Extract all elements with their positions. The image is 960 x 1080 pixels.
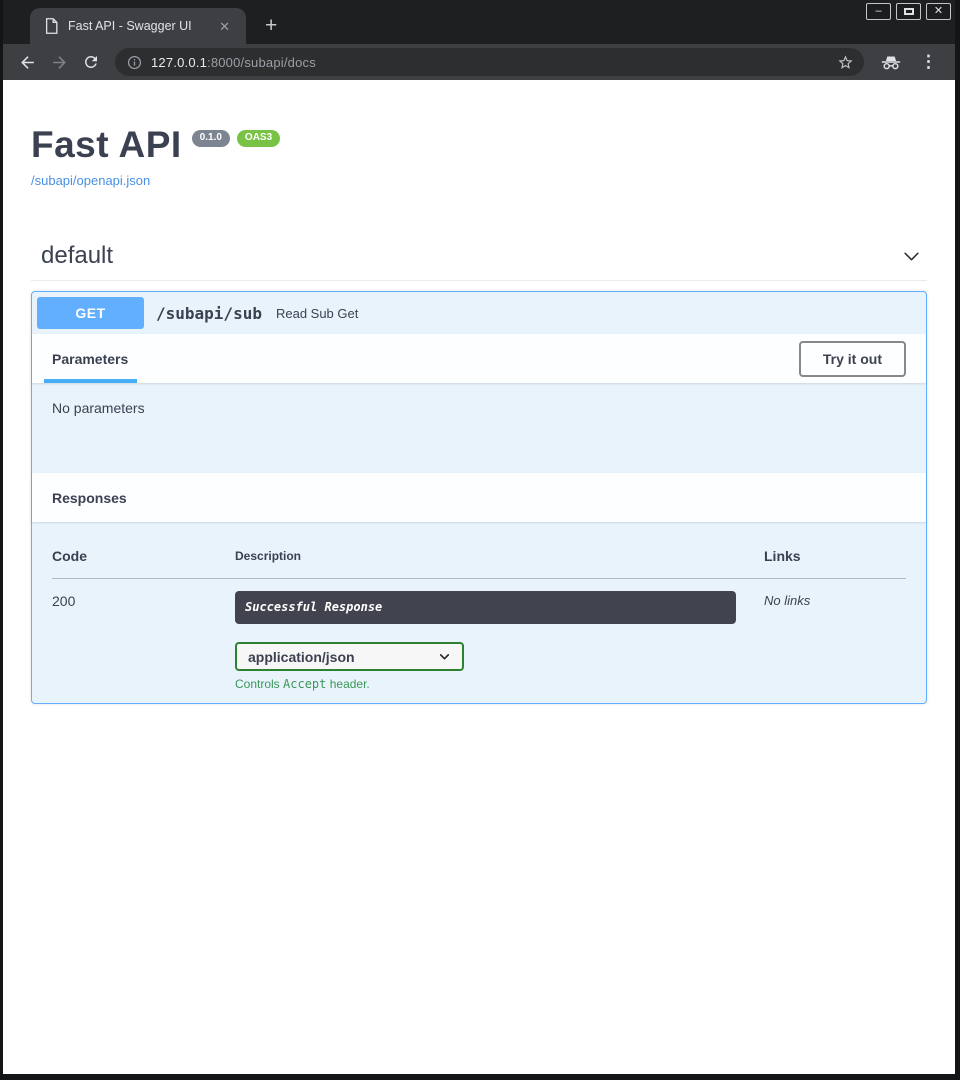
page-title: Fast API — [31, 126, 182, 163]
api-info: Fast API 0.1.0 OAS3 /subapi/openapi.json — [31, 126, 927, 190]
browser-window: Fast API - Swagger UI ✕ + – ✕ — [0, 0, 960, 1080]
response-links: No links — [764, 579, 906, 692]
responses-table: Code Description Links 200 Successful Re… — [52, 538, 906, 691]
opblock-get: GET /subapi/sub Read Sub Get Parameters … — [31, 291, 927, 704]
new-tab-button[interactable]: + — [265, 15, 277, 36]
accept-note-prefix: Controls — [235, 677, 283, 691]
minimize-button[interactable]: – — [866, 3, 891, 20]
incognito-icon — [880, 55, 902, 70]
close-button[interactable]: ✕ — [926, 3, 951, 20]
parameters-body: No parameters — [32, 383, 926, 473]
column-header-code: Code — [52, 538, 235, 579]
tab-title: Fast API - Swagger UI — [68, 19, 205, 33]
parameters-tab-label: Parameters — [52, 351, 128, 367]
accept-note-suffix: header. — [326, 677, 369, 691]
tab-strip: Fast API - Swagger UI ✕ + – ✕ — [3, 0, 955, 44]
accept-header-note: Controls Accept header. — [235, 677, 764, 691]
url-path: :8000/subapi/docs — [207, 55, 316, 70]
oas-badge: OAS3 — [237, 130, 280, 147]
method-badge: GET — [37, 297, 144, 329]
forward-button[interactable] — [45, 48, 73, 76]
select-chevron-icon — [438, 650, 451, 663]
window-controls: – ✕ — [866, 3, 951, 20]
response-description-box: Successful Response — [235, 591, 736, 624]
openapi-spec-link[interactable]: /subapi/openapi.json — [31, 173, 150, 188]
bookmark-star-icon[interactable] — [835, 52, 856, 73]
chevron-down-icon[interactable] — [900, 245, 923, 268]
column-header-description: Description — [235, 538, 764, 579]
url-text: 127.0.0.1:8000/subapi/docs — [151, 55, 316, 70]
version-badge: 0.1.0 — [192, 130, 230, 147]
back-button[interactable] — [13, 48, 41, 76]
document-icon — [44, 18, 58, 34]
no-parameters-message: No parameters — [52, 400, 145, 416]
parameters-tab-underline — [44, 379, 137, 383]
reload-button[interactable] — [77, 48, 105, 76]
accept-note-code: Accept — [283, 677, 326, 691]
maximize-button[interactable] — [896, 3, 921, 20]
media-type-select[interactable]: application/json — [235, 642, 464, 671]
swagger-ui: Fast API 0.1.0 OAS3 /subapi/openapi.json… — [3, 126, 955, 704]
column-header-links: Links — [764, 538, 906, 579]
responses-label: Responses — [52, 490, 127, 506]
try-it-out-button[interactable]: Try it out — [799, 341, 906, 377]
address-bar[interactable]: 127.0.0.1:8000/subapi/docs — [115, 48, 864, 76]
operation-summary: Read Sub Get — [272, 306, 358, 321]
operation-path: /subapi/sub — [144, 304, 272, 323]
table-row: 200 Successful Response application/json — [52, 579, 906, 692]
maximize-icon — [904, 8, 914, 15]
media-type-value: application/json — [248, 649, 355, 665]
browser-chrome: Fast API - Swagger UI ✕ + – ✕ — [0, 0, 960, 80]
parameters-header: Parameters Try it out — [32, 334, 926, 383]
tag-section-header[interactable]: default — [31, 242, 927, 281]
tab-close-icon[interactable]: ✕ — [215, 18, 234, 35]
page-viewport: Fast API 0.1.0 OAS3 /subapi/openapi.json… — [3, 80, 955, 1074]
browser-menu-icon[interactable]: ⋮ — [912, 52, 945, 72]
responses-header: Responses — [32, 473, 926, 522]
tag-name: default — [41, 242, 113, 270]
browser-tab[interactable]: Fast API - Swagger UI ✕ — [30, 8, 246, 44]
url-host: 127.0.0.1 — [151, 55, 207, 70]
site-info-icon[interactable] — [127, 55, 142, 70]
opblock-summary[interactable]: GET /subapi/sub Read Sub Get — [32, 292, 926, 334]
response-code: 200 — [52, 579, 235, 692]
media-type-row: application/json Controls Accept header. — [235, 642, 764, 691]
browser-toolbar: 127.0.0.1:8000/subapi/docs ⋮ — [3, 44, 955, 80]
responses-body: Code Description Links 200 Successful Re… — [32, 522, 926, 703]
